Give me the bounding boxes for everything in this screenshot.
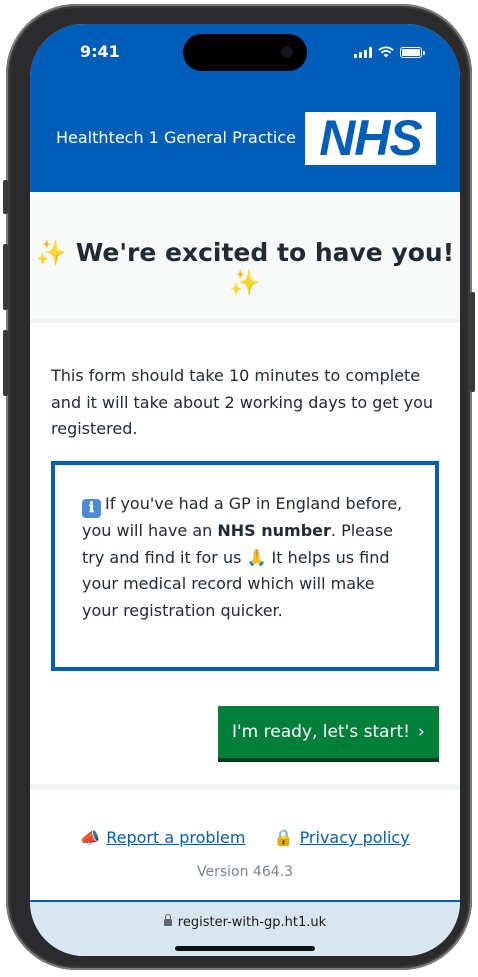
report-problem-link[interactable]: Report a problem — [106, 828, 245, 847]
volume-down-button — [3, 330, 8, 396]
footer: 📣 Report a problem 🔒 Privacy policy Versio… — [30, 790, 460, 900]
url-display[interactable]: register-with-gp.ht1.uk — [30, 914, 460, 930]
start-button-label: I'm ready, let's start! — [232, 722, 410, 742]
camera-icon — [281, 46, 293, 58]
volume-up-button — [3, 244, 8, 310]
power-button — [470, 292, 475, 392]
practice-name: Healthtech 1 General Practice — [56, 128, 296, 147]
info-text: ℹ If you've had a GP in England before, y… — [82, 491, 412, 624]
wifi-icon — [378, 46, 394, 58]
status-icons — [354, 46, 425, 58]
privacy-policy-link[interactable]: Privacy policy — [300, 828, 410, 847]
intro-text: This form should take 10 minutes to comp… — [51, 366, 434, 438]
main-card: This form should take 10 minutes to comp… — [30, 323, 460, 784]
battery-icon — [400, 46, 425, 58]
info-callout: ℹ If you've had a GP in England before, y… — [51, 461, 439, 671]
start-button[interactable]: I'm ready, let's start! › — [218, 706, 439, 762]
sparkles-icon: ✨ — [229, 268, 261, 297]
welcome-heading: We're excited to have you! — [75, 238, 455, 267]
chevron-right-icon: › — [418, 722, 425, 742]
phone-frame: 9:41 Healthtech 1 General Practice NHS ✨… — [3, 4, 475, 970]
page-title: ✨ We're excited to have you! ✨ — [30, 238, 460, 298]
dynamic-island — [183, 34, 307, 71]
signal-icon — [354, 46, 372, 58]
header: 9:41 Healthtech 1 General Practice NHS — [30, 24, 460, 192]
nhs-logo[interactable]: NHS — [305, 112, 436, 165]
screen: 9:41 Healthtech 1 General Practice NHS ✨… — [30, 24, 460, 956]
sparkles-icon: ✨ — [35, 238, 68, 267]
nhs-number-emphasis: NHS number — [217, 521, 331, 540]
praying-hands-icon: 🙏 — [246, 547, 267, 567]
padlock-icon — [163, 914, 172, 926]
version-text: Version 464.3 — [196, 864, 293, 880]
info-icon: ℹ — [82, 499, 101, 518]
status-time: 9:41 — [80, 42, 120, 61]
action-button — [3, 180, 8, 214]
battery-fill — [402, 48, 420, 56]
lock-icon: 🔒 — [273, 828, 294, 847]
url-text: register-with-gp.ht1.uk — [177, 915, 327, 930]
megaphone-icon: 📣 — [80, 828, 101, 847]
home-indicator[interactable] — [175, 946, 315, 951]
footer-links: 📣 Report a problem 🔒 Privacy policy — [30, 828, 460, 847]
welcome-card: ✨ We're excited to have you! ✨ — [30, 192, 460, 319]
